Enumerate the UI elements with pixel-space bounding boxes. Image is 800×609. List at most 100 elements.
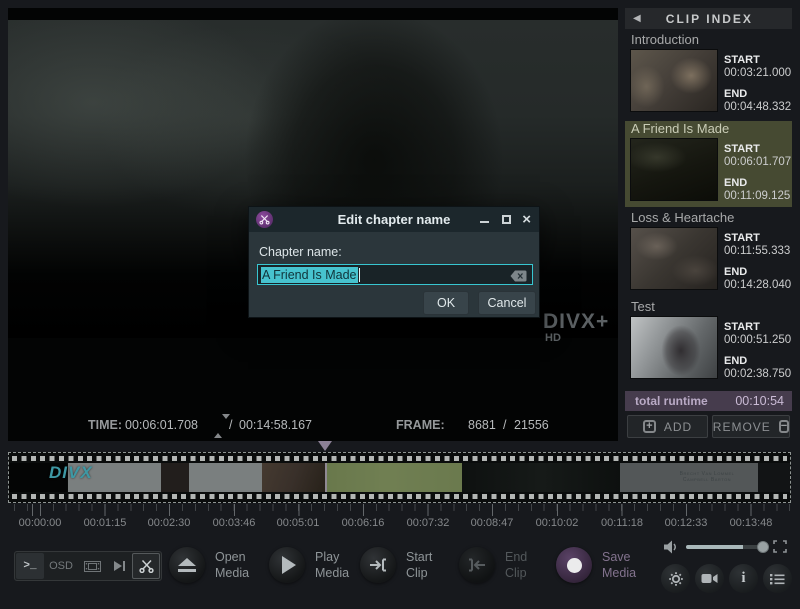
volume-slider-track[interactable] xyxy=(686,545,765,549)
ok-button[interactable]: OK xyxy=(423,291,469,315)
speaker-icon[interactable] xyxy=(663,540,679,554)
end-value: 00:14:28.040 xyxy=(724,279,792,291)
clear-input-icon[interactable] xyxy=(510,269,527,287)
open-media-button[interactable] xyxy=(169,547,205,583)
end-label: END xyxy=(724,355,748,367)
clip-item-a-friend-is-made[interactable]: A Friend Is Made START 00:06:01.707 END … xyxy=(625,121,792,207)
chapter-name-input[interactable]: A Friend Is Made xyxy=(257,264,533,285)
start-clip-button[interactable] xyxy=(360,547,396,583)
total-frame-value: 21556 xyxy=(514,418,549,432)
clip-index-title: CLIP INDEX xyxy=(665,11,753,26)
minimize-icon[interactable] xyxy=(480,221,489,223)
clip-item-test[interactable]: Test START 00:00:51.250 END 00:02:38.750 xyxy=(625,299,792,385)
add-label: ADD xyxy=(663,419,693,434)
clip-index-header: ◀ CLIP INDEX xyxy=(625,8,792,29)
collapse-panel-icon[interactable]: ◀ xyxy=(633,13,641,24)
film-segment-dark xyxy=(161,463,189,492)
end-clip-label: End Clip xyxy=(505,550,528,580)
time-separator: / xyxy=(229,418,233,432)
frame-step-button[interactable] xyxy=(107,553,131,579)
film-segment-end xyxy=(758,463,790,492)
tick-label: 00:12:33 xyxy=(664,517,708,529)
filmstrip-thumbnails: Brecht Van Lommel Campbell Barton DIVX xyxy=(9,463,790,492)
tick-label: 00:06:16 xyxy=(341,517,385,529)
end-label: END xyxy=(724,88,748,100)
watermark-divx-text: DIVX+ xyxy=(543,310,610,333)
end-label: END xyxy=(724,177,748,189)
add-clip-button[interactable]: + ADD xyxy=(627,415,708,438)
start-clip-label: Start Clip xyxy=(406,550,433,580)
tick-label: 00:08:47 xyxy=(470,517,514,529)
play-media-control: Play Media xyxy=(269,547,349,583)
remove-label: REMOVE xyxy=(712,419,771,434)
volume-slider-thumb[interactable] xyxy=(757,541,769,553)
playhead-line[interactable] xyxy=(325,463,327,492)
end-clip-button[interactable] xyxy=(459,547,495,583)
timeline-ruler[interactable]: 00:00:00 00:01:15 00:02:30 00:03:46 00:0… xyxy=(8,504,791,530)
start-label: START xyxy=(724,54,760,66)
film-blank-frame xyxy=(189,463,262,492)
time-label: TIME: xyxy=(88,418,123,432)
plus-icon: + xyxy=(642,420,656,433)
film-segment-village xyxy=(262,463,325,492)
dialog-titlebar[interactable]: Edit chapter name × xyxy=(249,207,539,232)
spinner-up-icon[interactable] xyxy=(214,419,222,438)
settings-button[interactable] xyxy=(661,564,690,593)
maximize-icon[interactable] xyxy=(502,215,511,224)
start-label: START xyxy=(724,143,760,155)
tick-label: 00:10:02 xyxy=(535,517,579,529)
clip-name: A Friend Is Made xyxy=(631,121,730,136)
terminal-button[interactable]: >_ xyxy=(16,553,44,579)
save-media-button[interactable] xyxy=(556,547,592,583)
info-button[interactable]: i xyxy=(729,564,758,593)
total-runtime-bar: total runtime 00:10:54 xyxy=(625,391,792,411)
watermark-hd-text: HD xyxy=(545,332,561,344)
play-media-button[interactable] xyxy=(269,547,305,583)
time-spinner[interactable] xyxy=(214,414,230,438)
remove-clip-button[interactable]: REMOVE − xyxy=(712,415,790,438)
tick-label: 00:02:30 xyxy=(147,517,191,529)
clip-item-loss-and-heartache[interactable]: Loss & Heartache START 00:11:55.333 END … xyxy=(625,210,792,296)
open-media-label: Open Media xyxy=(215,550,250,580)
info-icon: i xyxy=(741,570,746,586)
step-forward-icon xyxy=(113,561,125,571)
clip-times: START 00:06:01.707 END 00:11:09.125 xyxy=(724,143,791,202)
start-value: 00:06:01.707 xyxy=(724,156,792,168)
video-settings-button[interactable] xyxy=(695,564,724,593)
end-value: 00:11:09.125 xyxy=(724,190,791,202)
chapter-name-label: Chapter name: xyxy=(259,245,342,259)
snapshot-button[interactable] xyxy=(78,553,106,579)
tick-label: 00:03:46 xyxy=(212,517,256,529)
clip-thumbnail xyxy=(630,138,718,201)
timeline-filmstrip[interactable]: Brecht Van Lommel Campbell Barton DIVX xyxy=(8,452,791,503)
cut-tool-button[interactable] xyxy=(132,553,160,579)
osd-toggle-button[interactable]: OSD xyxy=(45,553,77,579)
start-value: 00:11:55.333 xyxy=(724,245,791,257)
chapter-list-button[interactable] xyxy=(763,564,792,593)
video-clip-editor-app: DIVX+ HD TIME: 00:06:01.708 / 00:14:58.1… xyxy=(0,0,800,609)
edit-chapter-name-dialog: Edit chapter name × Chapter name: A Frie… xyxy=(248,206,540,318)
start-label: START xyxy=(724,232,760,244)
tick-label: 00:01:15 xyxy=(83,517,127,529)
clip-name: Test xyxy=(631,299,655,314)
end-value: 00:04:48.332 xyxy=(724,101,792,113)
tick-label: 00:05:01 xyxy=(276,517,320,529)
clip-times: START 00:03:21.000 END 00:04:48.332 xyxy=(724,54,791,113)
dialog-title: Edit chapter name xyxy=(337,212,451,227)
frame-separator: / xyxy=(503,418,507,432)
eject-icon-bar xyxy=(178,569,196,572)
playhead-marker[interactable] xyxy=(318,441,332,451)
divx-film-logo: DIVX xyxy=(49,463,93,482)
clip-item-introduction[interactable]: Introduction START 00:03:21.000 END 00:0… xyxy=(625,32,792,118)
tick-label: 00:13:48 xyxy=(729,517,773,529)
end-value: 00:02:38.750 xyxy=(724,368,792,380)
start-clip-control: Start Clip xyxy=(360,547,432,583)
clip-name: Loss & Heartache xyxy=(631,210,735,225)
start-clip-icon xyxy=(370,558,386,572)
fullscreen-icon[interactable] xyxy=(773,540,787,553)
cancel-button[interactable]: Cancel xyxy=(478,291,536,315)
current-time-value[interactable]: 00:06:01.708 xyxy=(125,418,198,432)
text-caret xyxy=(358,267,360,282)
close-icon[interactable]: × xyxy=(522,210,531,229)
list-icon xyxy=(770,573,785,584)
